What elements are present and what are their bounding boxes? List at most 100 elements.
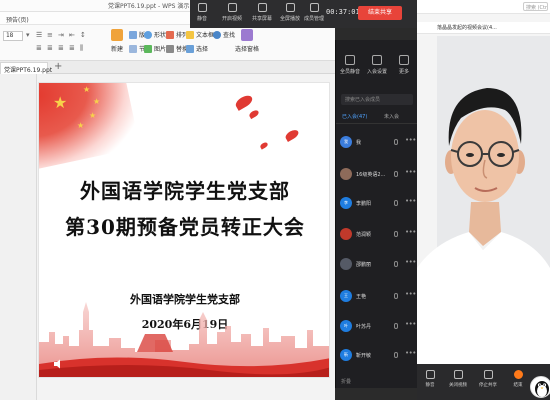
replace-button[interactable]: 替换 — [166, 44, 188, 53]
more-icon[interactable]: ••• — [405, 349, 416, 357]
pavilion-shape — [137, 334, 173, 352]
new-slide-button[interactable]: 新建 — [111, 29, 123, 53]
more-icon[interactable]: ••• — [405, 258, 416, 266]
textbox-button[interactable]: 文本框 — [186, 30, 214, 39]
columns-icon[interactable]: ⫼ — [80, 44, 83, 53]
more-icon[interactable]: ••• — [405, 168, 416, 176]
microphone-icon[interactable] — [394, 323, 398, 329]
star-icon: ★ — [93, 97, 101, 106]
picture-icon — [144, 44, 152, 53]
penguin-mascot-icon — [530, 376, 550, 398]
avatar — [340, 168, 352, 180]
window-top-bar: 搜索 (Ctrl+F) — [417, 0, 550, 14]
stop-share-button[interactable]: 结束共享 — [358, 6, 402, 20]
arrange-button[interactable]: 排列 — [166, 30, 188, 39]
participant-row[interactable]: 范润颖 ••• — [340, 228, 416, 242]
participant-row[interactable]: 靳 靳开敏 ••• — [340, 349, 416, 363]
mute-button[interactable]: 静音 — [417, 370, 444, 388]
microphone-icon[interactable] — [394, 293, 398, 299]
participant-row[interactable]: 16级英语2... ••• — [340, 168, 416, 182]
participant-row[interactable]: 邵鹏丽 ••• — [340, 258, 416, 272]
bullet-list-icon[interactable]: ☰ — [36, 31, 42, 40]
shapes-button[interactable]: 形状 — [144, 30, 166, 39]
font-size-dropdown-icon[interactable]: ▾ — [26, 31, 30, 40]
section-icon — [129, 44, 137, 53]
microphone-icon[interactable] — [394, 231, 398, 237]
more-icon[interactable]: ••• — [405, 136, 416, 144]
speaker-person-image — [417, 36, 550, 366]
document-title: 党课PPT6.19.ppt - WPS 演示 — [108, 3, 190, 10]
meeting-video-window: 搜索 (Ctrl+F) 落晶晶发起的视频会议(4... — [417, 0, 550, 400]
participant-search-input[interactable]: 搜索已入会成员 — [341, 94, 413, 105]
outdent-icon[interactable]: ⇤ — [69, 31, 75, 40]
more-icon[interactable]: ••• — [405, 290, 416, 298]
microphone-icon[interactable] — [394, 171, 398, 177]
meeting-info-bar: 落晶晶发起的视频会议(4... — [417, 22, 550, 34]
search-input[interactable]: 搜索 (Ctrl+F) — [523, 2, 548, 11]
participants-panel: 全员静音 入会设置 更多 搜索已入会成员 已入会(47) 未入会 我 我 •••… — [335, 40, 418, 388]
align-left-icon[interactable]: ≣ — [36, 44, 42, 53]
join-settings-button[interactable]: 入会设置 — [364, 55, 390, 75]
numbered-list-icon[interactable]: ≡ — [47, 31, 53, 40]
picture-button[interactable]: 图片 — [144, 44, 166, 53]
select-pane-icon — [241, 29, 253, 41]
stop-video-button[interactable]: 关闭视频 — [444, 370, 472, 388]
align-center-icon[interactable]: ≣ — [47, 44, 53, 53]
avatar: 王 — [340, 290, 352, 302]
participant-row[interactable]: 我 我 ••• — [340, 136, 416, 150]
justify-icon[interactable]: ≣ — [69, 44, 75, 53]
speaker-video-feed[interactable] — [417, 36, 550, 366]
stop-share-button[interactable]: 停止共享 — [474, 370, 502, 388]
ribbon-toolbar: 18 ▾ ☰ ≡ ⇥ ⇤ ↕ ≣ ≣ ≣ ≣ ⫼ 新建 版式 节 形状 图片 排… — [0, 25, 335, 61]
font-size-input[interactable]: 18 — [3, 31, 23, 41]
collapse-button[interactable]: 折叠 — [341, 378, 351, 385]
indent-icon[interactable]: ⇥ — [58, 31, 64, 40]
thumbnail-pane[interactable] — [0, 74, 37, 400]
share-screen-icon — [257, 3, 267, 12]
avatar: 李 — [340, 197, 352, 209]
participant-name: 范润颖 — [356, 232, 372, 238]
participant-row[interactable]: 叶 叶苏丹 ••• — [340, 320, 416, 334]
align-right-icon[interactable]: ≣ — [58, 44, 64, 53]
more-icon[interactable]: ••• — [405, 197, 416, 205]
layout-icon — [129, 30, 137, 39]
avatar: 我 — [340, 136, 352, 148]
more-icon[interactable]: ••• — [405, 228, 416, 236]
participant-tabs: 已入会(47) 未入会 — [336, 110, 418, 124]
speaker-icon[interactable] — [53, 359, 65, 369]
find-button[interactable]: 查找 — [213, 30, 235, 39]
meeting-share-toolbar: 静音 开启视频 共享屏幕 全屏播放 成员管理 00:37:01 结束共享 — [190, 0, 420, 28]
section-button[interactable]: 节 — [129, 44, 145, 53]
slide-canvas[interactable]: ★ ★ ★ ★ ★ 外国语学院学生党支部 第30期预备党员转正大会 外国语学院学… — [38, 82, 330, 378]
menu-tab[interactable]: 预告(页) — [6, 15, 29, 24]
select-pane-button[interactable]: 选择窗格 — [235, 29, 259, 53]
tab-joined[interactable]: 已入会(47) — [342, 113, 367, 120]
line-spacing-icon[interactable]: ↕ — [80, 31, 86, 40]
participant-row[interactable]: 王 王艳 ••• — [340, 290, 416, 304]
participant-name: 我 — [356, 140, 362, 146]
mute-all-button[interactable]: 全员静音 — [337, 55, 363, 75]
select-button[interactable]: 选择 — [186, 44, 208, 53]
microphone-icon[interactable] — [394, 200, 398, 206]
camera-icon — [227, 3, 237, 12]
file-tabs: 党课PPT6.19.ppt + — [0, 61, 335, 74]
participant-name: 邵鹏丽 — [356, 262, 372, 268]
end-meeting-button[interactable]: 结束 — [504, 370, 532, 388]
file-tab[interactable]: 党课PPT6.19.ppt — [0, 62, 52, 74]
slide-title-line-1: 外国语学院学生党支部 — [80, 179, 290, 203]
more-icon[interactable]: ••• — [405, 320, 416, 328]
tab-not-joined[interactable]: 未入会 — [384, 113, 399, 120]
microphone-icon[interactable] — [394, 261, 398, 267]
dove-icon — [259, 141, 269, 150]
participant-name: 靳开敏 — [356, 353, 372, 359]
new-tab-button[interactable]: + — [54, 61, 62, 72]
participant-row[interactable]: 李 李鹏阳 ••• — [340, 197, 416, 211]
star-icon: ★ — [89, 111, 97, 120]
arrange-icon — [166, 30, 174, 39]
star-icon: ★ — [53, 93, 68, 112]
star-icon: ★ — [77, 121, 85, 130]
camera-icon — [453, 370, 463, 379]
microphone-icon[interactable] — [394, 352, 398, 358]
more-options-button[interactable]: 更多 — [391, 55, 417, 75]
microphone-icon[interactable] — [394, 139, 398, 145]
